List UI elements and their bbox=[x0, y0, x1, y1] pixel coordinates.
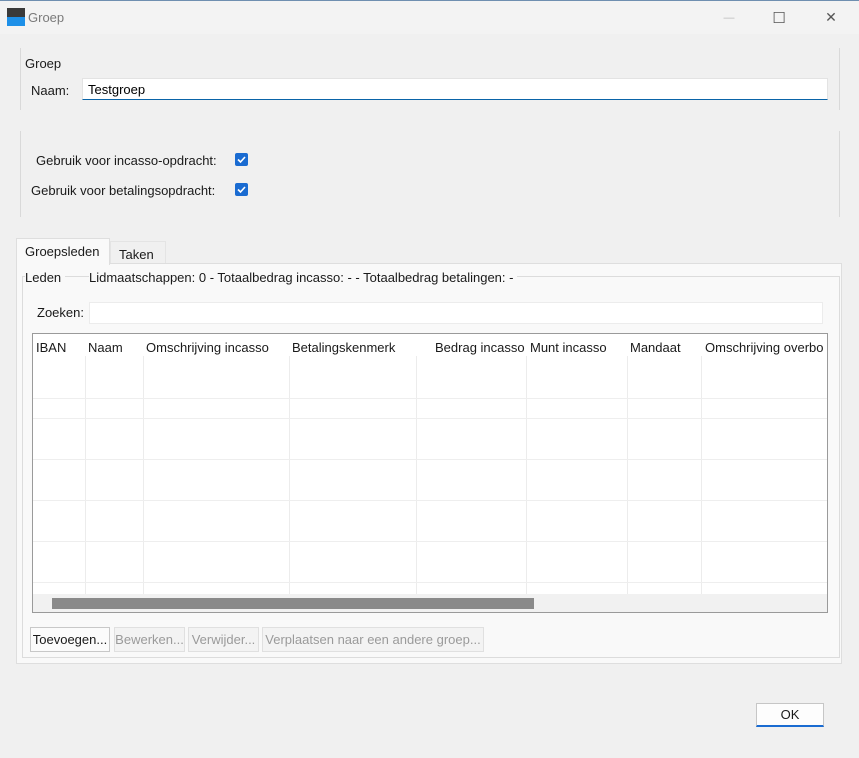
incasso-label: Gebruik voor incasso-opdracht: bbox=[36, 153, 217, 168]
tab-label: Taken bbox=[119, 247, 154, 262]
add-button[interactable]: Toevoegen... bbox=[30, 627, 110, 652]
edit-button-label: Bewerken... bbox=[115, 632, 184, 647]
window-title: Groep bbox=[28, 10, 65, 25]
row-divider bbox=[33, 541, 827, 542]
edit-button[interactable]: Bewerken... bbox=[114, 627, 185, 652]
tab-label: Groepsleden bbox=[25, 244, 100, 259]
column-divider bbox=[526, 356, 527, 594]
row-divider bbox=[33, 582, 827, 583]
add-button-label: Toevoegen... bbox=[32, 632, 108, 647]
ok-button-label: OK bbox=[780, 707, 800, 722]
options-frame bbox=[20, 131, 840, 217]
column-header[interactable]: Bedrag incasso bbox=[435, 340, 525, 355]
row-divider bbox=[33, 418, 827, 419]
delete-button[interactable]: Verwijder... bbox=[188, 627, 259, 652]
name-label: Naam: bbox=[31, 83, 70, 98]
members-caption: Leden bbox=[25, 270, 66, 285]
members-table[interactable]: IBAN Naam Omschrijving incasso Betalings… bbox=[32, 333, 828, 613]
members-summary: Lidmaatschappen: 0 - Totaalbedrag incass… bbox=[89, 270, 518, 285]
checkmark-icon bbox=[237, 156, 246, 164]
column-header[interactable]: Naam bbox=[88, 340, 123, 355]
column-divider bbox=[85, 356, 86, 594]
tab-groepsleden[interactable]: Groepsleden bbox=[16, 238, 110, 265]
column-header[interactable]: IBAN bbox=[36, 340, 66, 355]
column-divider bbox=[143, 356, 144, 594]
betaling-checkbox[interactable] bbox=[235, 183, 248, 196]
row-divider bbox=[33, 398, 827, 399]
app-icon bbox=[7, 8, 25, 26]
scrollbar-thumb[interactable] bbox=[52, 598, 534, 609]
column-header[interactable]: Betalingskenmerk bbox=[292, 340, 395, 355]
row-divider bbox=[33, 500, 827, 501]
checkmark-icon bbox=[237, 186, 246, 194]
name-field[interactable] bbox=[82, 78, 828, 100]
title-bar: Groep — ☐ ✕ bbox=[0, 0, 859, 34]
tab-taken[interactable]: Taken bbox=[110, 241, 166, 263]
column-header[interactable]: Mandaat bbox=[630, 340, 681, 355]
search-label: Zoeken: bbox=[37, 305, 84, 320]
group-caption: Groep bbox=[25, 56, 62, 71]
minimize-icon: — bbox=[723, 11, 735, 24]
betaling-label: Gebruik voor betalingsopdracht: bbox=[31, 183, 216, 198]
delete-button-label: Verwijder... bbox=[191, 632, 256, 647]
search-input[interactable] bbox=[89, 302, 823, 324]
move-button-label: Verplaatsen naar een andere groep... bbox=[265, 632, 481, 647]
ok-button[interactable]: OK bbox=[756, 703, 824, 727]
minimize-button[interactable]: — bbox=[706, 1, 752, 34]
close-icon: ✕ bbox=[825, 9, 837, 25]
move-button[interactable]: Verplaatsen naar een andere groep... bbox=[262, 627, 484, 652]
column-divider bbox=[627, 356, 628, 594]
close-button[interactable]: ✕ bbox=[808, 1, 854, 34]
column-header[interactable]: Munt incasso bbox=[530, 340, 607, 355]
maximize-button[interactable]: ☐ bbox=[756, 1, 802, 34]
column-divider bbox=[289, 356, 290, 594]
row-divider bbox=[33, 459, 827, 460]
column-header[interactable]: Omschrijving overbo bbox=[705, 340, 824, 355]
column-divider bbox=[416, 356, 417, 594]
incasso-checkbox[interactable] bbox=[235, 153, 248, 166]
maximize-icon: ☐ bbox=[772, 9, 786, 27]
column-divider bbox=[701, 356, 702, 594]
column-header[interactable]: Omschrijving incasso bbox=[146, 340, 269, 355]
